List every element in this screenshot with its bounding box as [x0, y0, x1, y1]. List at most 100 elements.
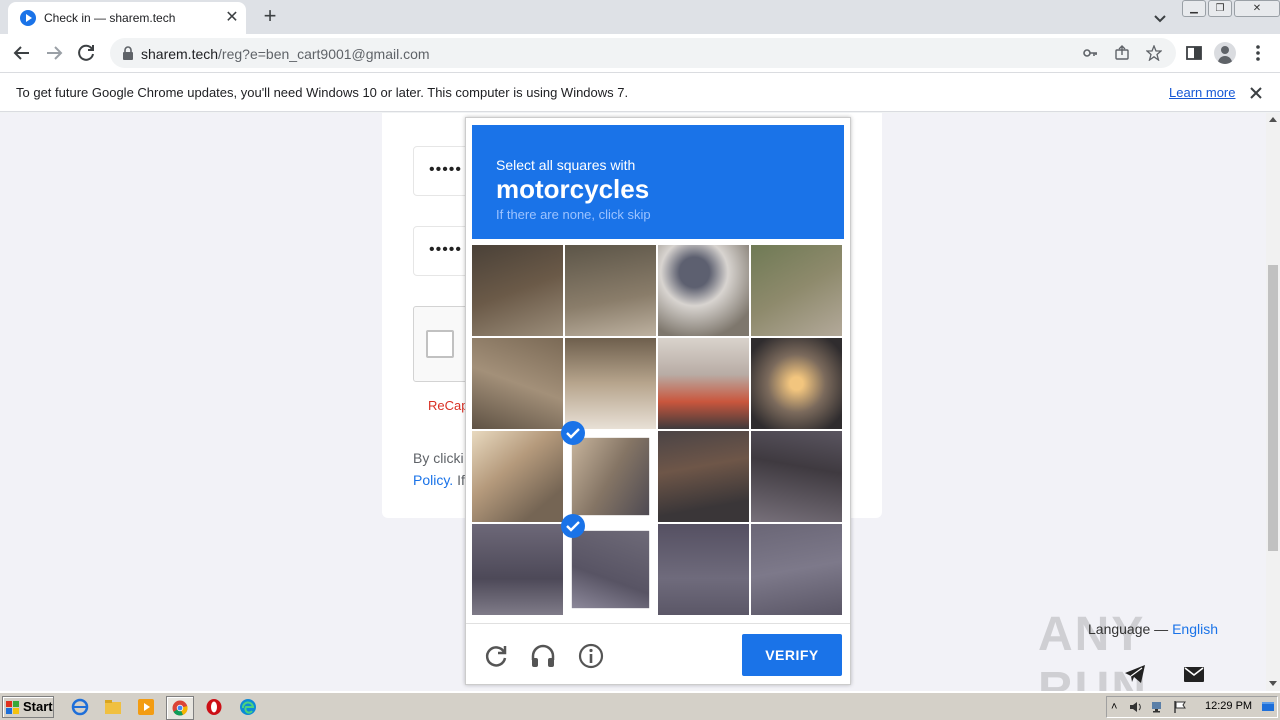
captcha-tile[interactable] — [751, 431, 842, 522]
captcha-tile[interactable] — [472, 431, 563, 522]
recaptcha-label: ReCap — [428, 398, 469, 413]
scroll-up-arrow-icon[interactable] — [1269, 117, 1277, 122]
minimize-button[interactable]: ▁ — [1182, 0, 1206, 17]
action-center-flag-icon[interactable] — [1173, 700, 1187, 714]
email-icon[interactable] — [1184, 667, 1204, 682]
selected-check-icon — [561, 421, 585, 445]
captcha-tile-image — [571, 437, 650, 516]
captcha-tile-image — [751, 431, 842, 522]
captcha-tile[interactable] — [472, 245, 563, 336]
captcha-tile-image — [658, 431, 749, 522]
terms-text: By clicki Policy. If — [413, 450, 465, 488]
infobar-message: To get future Google Chrome updates, you… — [16, 85, 629, 100]
lock-icon[interactable] — [122, 46, 134, 60]
update-infobar: To get future Google Chrome updates, you… — [0, 72, 1280, 112]
tab-search-chevron-icon[interactable] — [1150, 8, 1170, 28]
system-tray: ˄ 12:29 PM — [1106, 696, 1278, 718]
captcha-tile[interactable] — [751, 338, 842, 429]
tray-expand-icon[interactable]: ˄ — [1111, 700, 1125, 714]
captcha-tile-image — [658, 245, 749, 336]
network-icon[interactable] — [1151, 700, 1165, 714]
captcha-tile[interactable] — [565, 431, 656, 522]
tab-strip: Check in — sharem.tech ✕ + ▁ ❐ ✕ — [0, 0, 1280, 34]
recaptcha-checkbox[interactable] — [426, 330, 454, 358]
window-controls: ▁ ❐ ✕ — [1182, 0, 1280, 18]
reload-challenge-icon[interactable] — [482, 642, 510, 670]
captcha-image-grid — [472, 245, 844, 617]
scroll-thumb[interactable] — [1268, 265, 1278, 551]
volume-icon[interactable] — [1129, 700, 1143, 714]
captcha-tile-image — [751, 245, 842, 336]
reload-icon[interactable] — [74, 41, 98, 65]
bookmark-star-icon[interactable] — [1146, 45, 1162, 61]
browser-tab[interactable]: Check in — sharem.tech ✕ — [8, 2, 246, 34]
captcha-tile[interactable] — [565, 524, 656, 615]
captcha-tile[interactable] — [658, 431, 749, 522]
captcha-tile[interactable] — [658, 524, 749, 615]
chrome-taskbar-button[interactable] — [166, 696, 194, 720]
captcha-instruction: Select all squares with — [496, 157, 636, 173]
chrome-icon — [172, 700, 188, 716]
window-close-button[interactable]: ✕ — [1234, 0, 1280, 17]
verify-button[interactable]: VERIFY — [742, 634, 842, 676]
anyrun-watermark: ANY RUN — [1038, 608, 1148, 691]
captcha-tile[interactable] — [751, 524, 842, 615]
start-button[interactable]: Start — [2, 696, 54, 718]
audio-challenge-headphones-icon[interactable] — [529, 642, 557, 670]
address-bar[interactable]: sharem.tech/reg?e=ben_cart9001@gmail.com — [110, 38, 1176, 68]
captcha-tile[interactable] — [565, 245, 656, 336]
captcha-tile-image — [472, 245, 563, 336]
clock: 12:29 PM — [1205, 700, 1253, 712]
page-scrollbar[interactable] — [1266, 113, 1280, 691]
captcha-tile[interactable] — [565, 338, 656, 429]
captcha-header: Select all squares with motorcycles If t… — [472, 125, 844, 239]
learn-more-link[interactable]: Learn more — [1169, 85, 1235, 100]
windows-logo-icon — [6, 701, 19, 714]
captcha-tile[interactable] — [472, 524, 563, 615]
back-icon[interactable] — [10, 41, 34, 65]
tab-close-icon[interactable]: ✕ — [222, 8, 242, 28]
url-text[interactable]: sharem.tech/reg?e=ben_cart9001@gmail.com — [141, 46, 430, 62]
captcha-tile[interactable] — [658, 245, 749, 336]
profile-avatar-icon[interactable] — [1214, 42, 1236, 64]
captcha-footer: VERIFY — [466, 623, 850, 685]
captcha-tile-image — [571, 530, 650, 609]
captcha-tile-image — [565, 245, 656, 336]
share-icon[interactable] — [1114, 45, 1130, 61]
password-key-icon[interactable] — [1082, 45, 1098, 61]
opera-icon[interactable] — [205, 698, 223, 716]
forward-icon[interactable] — [42, 41, 66, 65]
edge-icon[interactable] — [239, 698, 257, 716]
internet-explorer-icon[interactable] — [71, 698, 89, 716]
captcha-tile[interactable] — [751, 245, 842, 336]
captcha-tile-image — [565, 338, 656, 429]
kebab-menu-icon[interactable] — [1250, 43, 1266, 63]
language-selector[interactable]: Language — English — [1088, 621, 1218, 637]
captcha-challenge-dialog: Select all squares with motorcycles If t… — [465, 117, 851, 685]
captcha-tile-image — [472, 338, 563, 429]
info-icon[interactable] — [577, 642, 605, 670]
captcha-tile-image — [658, 338, 749, 429]
new-tab-button[interactable]: + — [258, 5, 282, 29]
windows-taskbar: Start ˄ 12:29 PM — [0, 691, 1280, 720]
policy-link[interactable]: Policy. — [413, 472, 453, 488]
captcha-tile-image — [751, 524, 842, 615]
scroll-down-arrow-icon[interactable] — [1269, 681, 1277, 686]
recaptcha-widget — [413, 306, 473, 382]
captcha-tile-image — [472, 431, 563, 522]
captcha-tile-image — [472, 524, 563, 615]
restore-button[interactable]: ❐ — [1208, 0, 1232, 17]
telegram-icon[interactable] — [1124, 664, 1146, 684]
captcha-target-word: motorcycles — [496, 174, 650, 204]
confirm-password-field[interactable]: ••••• — [413, 226, 473, 276]
password-field[interactable]: ••••• — [413, 146, 473, 196]
captcha-tile[interactable] — [658, 338, 749, 429]
show-desktop-icon[interactable] — [1261, 700, 1275, 714]
infobar-close-icon[interactable] — [1247, 84, 1265, 102]
captcha-tile[interactable] — [472, 338, 563, 429]
media-player-icon[interactable] — [137, 698, 155, 716]
tab-title: Check in — sharem.tech — [44, 11, 176, 25]
file-explorer-icon[interactable] — [104, 698, 122, 716]
captcha-hint: If there are none, click skip — [496, 207, 651, 222]
side-panel-icon[interactable] — [1184, 43, 1204, 63]
